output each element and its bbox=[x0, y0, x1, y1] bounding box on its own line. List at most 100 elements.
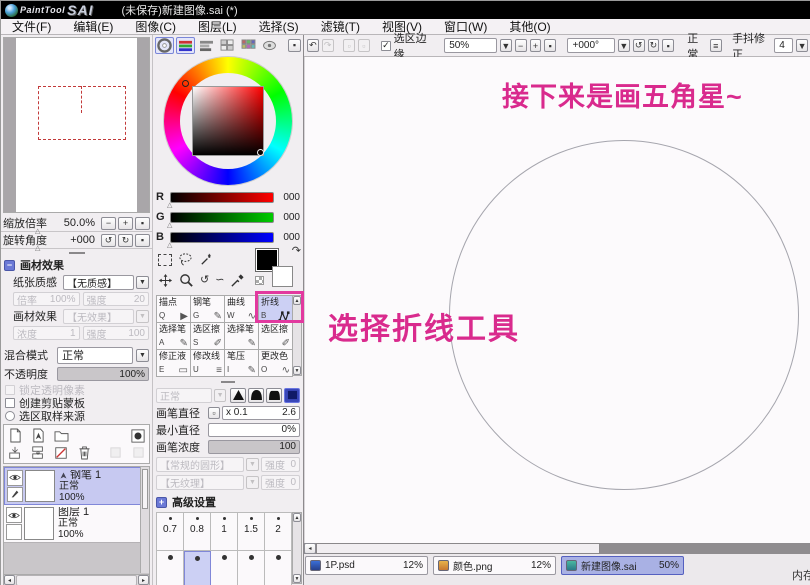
tool-pressure[interactable]: 笔压 I ✎ bbox=[225, 350, 259, 377]
scratchpad-tab-icon[interactable] bbox=[260, 37, 279, 54]
brush-size-0.7[interactable]: 0.7 bbox=[157, 513, 184, 551]
doc-tab-new-image-sai[interactable]: 新建图像.sai 50% bbox=[561, 556, 684, 575]
tool-grid-scrollbar[interactable]: ▲ ▼ bbox=[292, 295, 302, 376]
panel-options-button[interactable]: ▪ bbox=[288, 39, 301, 52]
canvas-rotate-cw-button[interactable]: ↻ bbox=[648, 39, 660, 52]
canvas-zoom-reset-button[interactable]: ▪ bbox=[544, 39, 556, 52]
size-grid-scrollbar[interactable]: ▲ ▼ bbox=[292, 512, 302, 584]
canvas-rotate-reset-button[interactable]: ▪ bbox=[662, 39, 674, 52]
menu-file[interactable]: 文件(F) bbox=[1, 18, 62, 35]
brush-size-row2-2-selected[interactable] bbox=[184, 551, 211, 585]
rotate-view-icon[interactable]: ↺ bbox=[200, 275, 209, 286]
layer-visibility-eye-icon[interactable] bbox=[7, 470, 23, 486]
blue-slider[interactable] bbox=[170, 232, 274, 243]
navigator-preview[interactable] bbox=[3, 37, 150, 213]
brush-size-0.8[interactable]: 0.8 bbox=[184, 513, 211, 551]
brush-size-row2-5[interactable] bbox=[265, 551, 292, 585]
transfer-down-icon[interactable] bbox=[7, 445, 23, 460]
brush-size-row2-1[interactable] bbox=[157, 551, 184, 585]
brush-edge-square-icon[interactable] bbox=[284, 388, 300, 403]
layer-thumbnail[interactable] bbox=[25, 470, 55, 502]
advanced-settings-header[interactable]: + 高级设置 bbox=[153, 494, 303, 510]
brush-size-1.5[interactable]: 1.5 bbox=[238, 513, 265, 551]
swatches-tab-icon[interactable] bbox=[239, 37, 258, 54]
layer-row-pen1[interactable]: 钢笔 1 正常 100% bbox=[4, 467, 149, 505]
canvas-zoom-field[interactable]: 50% bbox=[444, 38, 497, 53]
layer-thumbnail[interactable] bbox=[24, 507, 54, 540]
min-diameter-field[interactable]: 0% bbox=[208, 423, 300, 437]
scroll-up-icon[interactable]: ▲ bbox=[293, 513, 301, 522]
layer-row-layer1[interactable]: 图层 1 正常 100% bbox=[4, 505, 149, 543]
transparent-color-icon[interactable] bbox=[255, 276, 264, 285]
title-bar[interactable]: PaintTool SAI (未保存)新建图像.sai (*) bbox=[1, 1, 810, 19]
hsv-sliders-tab-icon[interactable] bbox=[197, 37, 216, 54]
view-mode-button[interactable]: ≡ bbox=[710, 39, 722, 52]
hue-marker[interactable] bbox=[182, 80, 189, 87]
diameter-unit-button[interactable]: ▫ bbox=[208, 407, 220, 419]
tool-select-pen[interactable]: 选择笔 A ✎ bbox=[157, 323, 191, 350]
new-layer-icon[interactable] bbox=[7, 428, 23, 443]
doc-tab-1p-psd[interactable]: 1P.psd 12% bbox=[305, 556, 428, 575]
saturation-value-square[interactable] bbox=[192, 86, 264, 156]
brush-edge-hard-icon[interactable] bbox=[230, 388, 246, 403]
swap-colors-icon[interactable]: ↷ bbox=[292, 244, 301, 257]
canvas-rotate-ccw-button[interactable]: ↺ bbox=[633, 39, 645, 52]
merge-down-icon[interactable] bbox=[30, 445, 46, 460]
lasso-icon[interactable] bbox=[178, 252, 193, 267]
layer-visibility-eye-icon[interactable] bbox=[6, 507, 22, 523]
scroll-up-icon[interactable]: ▲ bbox=[293, 296, 301, 305]
brush-size-row2-3[interactable] bbox=[211, 551, 238, 585]
clear-layer-icon[interactable] bbox=[53, 445, 69, 460]
rotate-slider-marker[interactable]: △ bbox=[35, 246, 40, 252]
move-tool-icon[interactable] bbox=[158, 273, 173, 288]
color-wheel[interactable] bbox=[153, 55, 303, 187]
menu-others[interactable]: 其他(O) bbox=[498, 18, 561, 35]
selection-edge-checkbox[interactable]: ✓ bbox=[381, 41, 391, 51]
blend-mode-select[interactable]: 正常 bbox=[57, 347, 133, 364]
canvas-zoom-dropdown-icon[interactable]: ▼ bbox=[500, 39, 512, 52]
rotate-cw-button[interactable]: ↻ bbox=[118, 234, 133, 247]
undo-button[interactable]: ↶ bbox=[307, 39, 319, 52]
new-linework-layer-icon[interactable] bbox=[30, 428, 46, 443]
collapse-minus-icon[interactable]: − bbox=[4, 260, 15, 271]
brush-density-slider[interactable]: 100 bbox=[208, 440, 300, 454]
scroll-right-icon[interactable]: ▸ bbox=[138, 575, 149, 585]
tool-curve[interactable]: 曲线 W ∿ bbox=[225, 296, 259, 323]
brush-size-2[interactable]: 2 bbox=[265, 513, 292, 551]
tool-pen[interactable]: 钢笔 G ✎ bbox=[191, 296, 225, 323]
brush-size-row2-4[interactable] bbox=[238, 551, 265, 585]
magic-wand-icon[interactable] bbox=[199, 252, 214, 267]
panel-divider-handle[interactable] bbox=[1, 249, 152, 257]
menu-filter[interactable]: 滤镜(T) bbox=[310, 18, 371, 35]
brush-diameter-field[interactable]: x 0.1 2.6 bbox=[222, 406, 300, 420]
color-mixer-tab-icon[interactable] bbox=[218, 37, 237, 54]
zoom-tool-icon[interactable] bbox=[179, 273, 194, 288]
stabilizer-dropdown-icon[interactable]: ▼ bbox=[796, 39, 808, 52]
tool-select-pen-2[interactable]: 选择笔 ✎ bbox=[225, 323, 259, 350]
rotate-ccw-button[interactable]: ↺ bbox=[101, 234, 116, 247]
canvas-zoom-out-button[interactable]: − bbox=[515, 39, 527, 52]
tool-correction-fluid[interactable]: 修正液 E ▭ bbox=[157, 350, 191, 377]
canvas-angle-field[interactable]: +000° bbox=[567, 38, 614, 53]
rotate-reset-button[interactable]: ▪ bbox=[135, 234, 150, 247]
layer-opacity-slider[interactable]: 100% bbox=[57, 367, 149, 381]
layer-paint-mark-icon[interactable] bbox=[7, 487, 23, 503]
layer-mask-icon[interactable] bbox=[130, 428, 146, 443]
canvas-viewport[interactable]: 接下来是画五角星~ 选择折线工具 bbox=[304, 57, 810, 543]
scroll-left-icon[interactable]: ◂ bbox=[4, 575, 15, 585]
zoom-out-button[interactable]: − bbox=[101, 217, 116, 230]
doc-tab-color-png[interactable]: 颜色.png 12% bbox=[433, 556, 556, 575]
panel-splitter-handle[interactable] bbox=[153, 377, 303, 386]
canvas-horizontal-scrollbar[interactable]: ◂ bbox=[304, 543, 810, 554]
flip-view-icon[interactable]: ∽ bbox=[215, 275, 224, 286]
tool-select-eraser-2[interactable]: 选区擦 ✐ bbox=[259, 323, 293, 350]
scrollbar-thumb[interactable] bbox=[316, 543, 600, 554]
navigator-view-frame[interactable] bbox=[38, 86, 126, 140]
brush-edge-round-icon[interactable] bbox=[248, 388, 264, 403]
brush-size-1[interactable]: 1 bbox=[211, 513, 238, 551]
menu-selection[interactable]: 选择(S) bbox=[248, 18, 310, 35]
scroll-down-icon[interactable]: ▼ bbox=[293, 574, 301, 583]
zoom-reset-button[interactable]: ▪ bbox=[135, 217, 150, 230]
eyedropper-icon[interactable] bbox=[230, 273, 245, 288]
tool-edit-point[interactable]: 描点 Q ▶ bbox=[157, 296, 191, 323]
